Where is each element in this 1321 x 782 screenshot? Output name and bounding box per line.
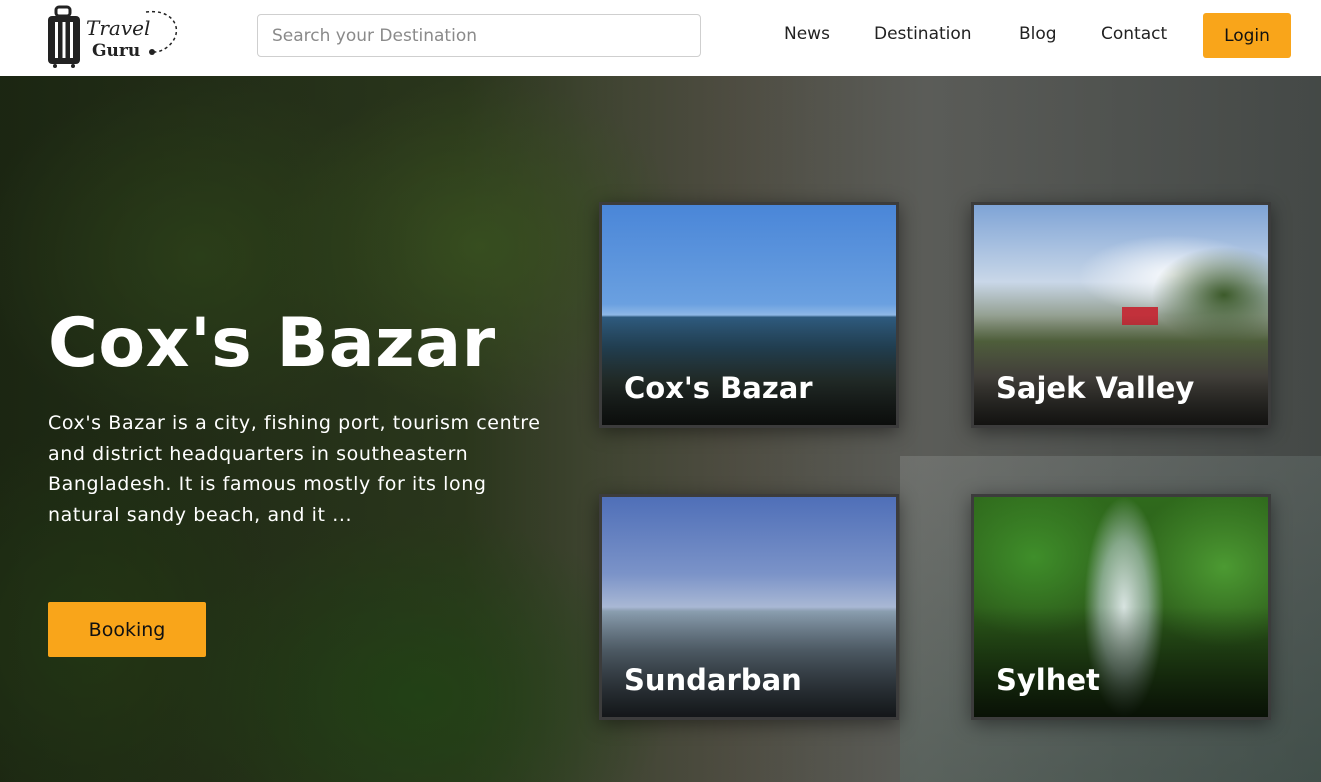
nav-blog[interactable]: Blog bbox=[1019, 24, 1057, 44]
svg-text:Travel: Travel bbox=[86, 16, 150, 40]
hero-section: Cox's Bazar Cox's Bazar is a city, fishi… bbox=[0, 76, 1321, 782]
hero-title: Cox's Bazar bbox=[48, 304, 496, 383]
login-button[interactable]: Login bbox=[1203, 13, 1291, 58]
search-input[interactable] bbox=[257, 14, 701, 57]
destination-card-label: Cox's Bazar bbox=[624, 371, 813, 405]
travel-guru-logo[interactable]: Travel Guru bbox=[46, 4, 186, 68]
nav-news[interactable]: News bbox=[784, 24, 830, 44]
top-navbar: Travel Guru News Destination Blog Contac… bbox=[0, 0, 1321, 76]
hero-description: Cox's Bazar is a city, fishing port, tou… bbox=[48, 412, 541, 526]
destination-card-label: Sajek Valley bbox=[996, 371, 1195, 405]
svg-text:Guru: Guru bbox=[92, 41, 140, 61]
destination-card-label: Sylhet bbox=[996, 663, 1100, 697]
booking-button[interactable]: Booking bbox=[48, 602, 206, 657]
destination-card-label: Sundarban bbox=[624, 663, 802, 697]
destination-card-coxs-bazar[interactable]: Cox's Bazar bbox=[599, 202, 899, 428]
destination-card-sajek-valley[interactable]: Sajek Valley bbox=[971, 202, 1271, 428]
destination-card-sylhet[interactable]: Sylhet bbox=[971, 494, 1271, 720]
nav-contact[interactable]: Contact bbox=[1101, 24, 1167, 44]
destination-card-sundarban[interactable]: Sundarban bbox=[599, 494, 899, 720]
nav-destination[interactable]: Destination bbox=[874, 24, 972, 44]
